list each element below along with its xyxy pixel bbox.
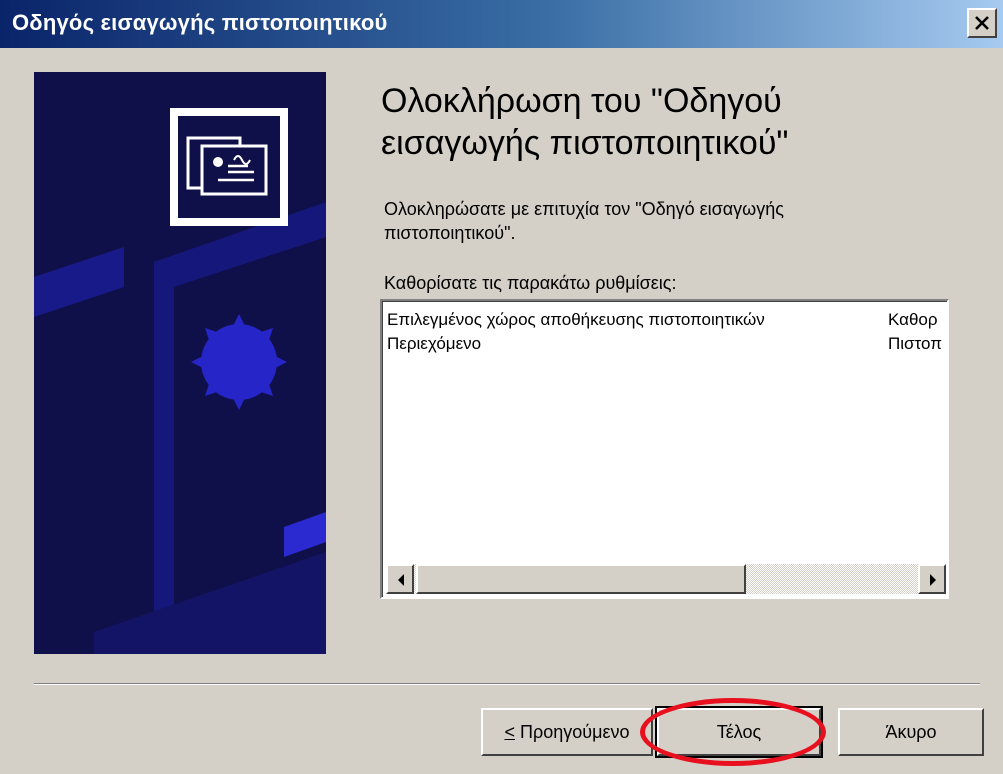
arrow-right-icon xyxy=(930,574,936,586)
setting-name: Περιεχόμενο xyxy=(387,334,482,353)
arrow-left-icon xyxy=(398,574,404,586)
certificate-icon xyxy=(170,108,288,226)
completion-message: Ολοκληρώσατε με επιτυχία τον "Οδηγό εισα… xyxy=(384,199,784,243)
back-button[interactable]: < Προηγούμενο xyxy=(481,708,653,756)
finish-button[interactable]: Τέλος xyxy=(655,706,823,758)
title-bar: Οδηγός εισαγωγής πιστοποιητικού xyxy=(0,0,1003,48)
setting-value: Πιστοπ xyxy=(888,334,942,353)
back-button-label: < Προηγούμενο xyxy=(504,722,630,742)
wizard-side-banner xyxy=(34,72,326,654)
close-icon xyxy=(975,16,989,30)
cancel-button-label: Άκυρο xyxy=(885,722,937,742)
cancel-button[interactable]: Άκυρο xyxy=(838,708,984,756)
scroll-right-button[interactable] xyxy=(918,564,946,594)
setting-value: Καθορ xyxy=(888,310,938,329)
scroll-thumb[interactable] xyxy=(416,564,746,594)
settings-label: Καθορίσατε τις παρακάτω ρυθμίσεις: xyxy=(384,273,677,293)
wizard-heading: Ολοκλήρωση του "Οδηγού εισαγωγής πιστοπο… xyxy=(381,82,789,162)
close-button[interactable] xyxy=(967,8,997,38)
horizontal-scrollbar[interactable] xyxy=(386,564,946,594)
scroll-left-button[interactable] xyxy=(386,564,414,594)
settings-list[interactable]: Επιλεγμένος χώρος αποθήκευσης πιστοποιητ… xyxy=(380,299,949,599)
setting-name: Επιλεγμένος χώρος αποθήκευσης πιστοποιητ… xyxy=(387,310,765,329)
finish-button-label: Τέλος xyxy=(716,722,762,742)
footer-divider xyxy=(34,683,980,685)
window-title: Οδηγός εισαγωγής πιστοποιητικού xyxy=(12,10,388,35)
